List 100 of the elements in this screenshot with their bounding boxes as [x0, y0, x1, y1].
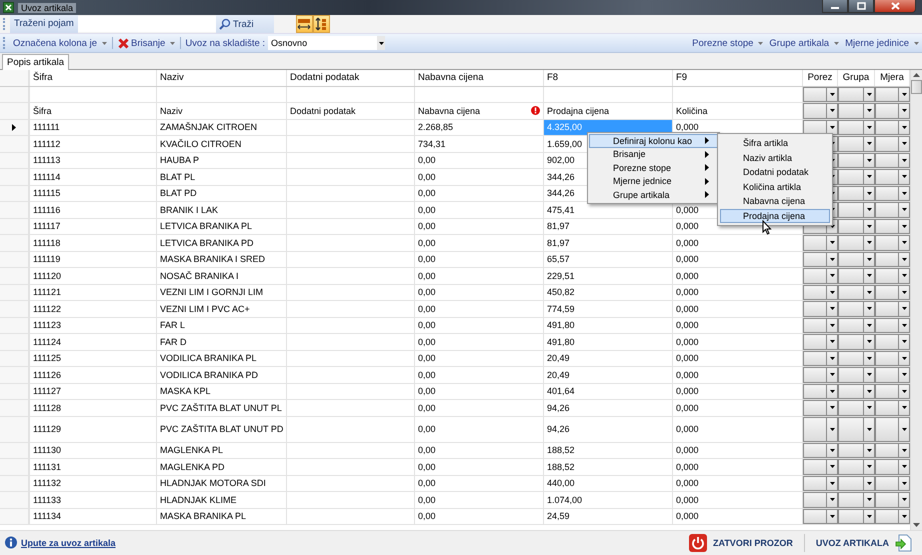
dropdown-cell[interactable] [803, 508, 838, 524]
menu-item[interactable]: Porezne stope [589, 161, 718, 174]
dropdown-cell[interactable] [875, 476, 910, 491]
column-header[interactable]: F8 [544, 70, 673, 86]
dropdown-cell[interactable] [838, 103, 875, 118]
scrollbar[interactable] [910, 70, 922, 530]
column-header[interactable]: F9 [673, 70, 803, 86]
filter-dropdown[interactable] [875, 86, 910, 102]
dropdown-cell[interactable] [838, 492, 875, 508]
dropdown-cell[interactable] [875, 400, 910, 416]
dropdown-cell[interactable] [875, 152, 910, 168]
dropdown-cell[interactable] [875, 301, 910, 316]
menu-item[interactable]: Prodajna cijena [720, 208, 830, 223]
dropdown-cell[interactable] [838, 334, 875, 350]
menu-item[interactable]: Dodatni podatak [720, 165, 830, 180]
dropdown-cell[interactable] [838, 350, 875, 366]
dropdown-cell[interactable] [803, 334, 838, 350]
dropdown-cell[interactable] [838, 400, 875, 416]
dropdown-cell[interactable] [875, 350, 910, 366]
dropdown-cell[interactable] [875, 416, 910, 442]
dropdown-cell[interactable] [875, 442, 910, 458]
dropdown-cell[interactable] [875, 367, 910, 382]
dropdown-cell[interactable] [838, 268, 875, 284]
dropdown-cell[interactable] [875, 268, 910, 284]
dropdown-cell[interactable] [875, 202, 910, 218]
dropdown-cell[interactable] [838, 384, 875, 399]
column-header[interactable]: Naziv [157, 70, 287, 86]
dropdown-cell[interactable] [803, 400, 838, 416]
dropdown-cell[interactable] [875, 508, 910, 524]
dropdown-cell[interactable] [838, 136, 875, 152]
dropdown-cell[interactable] [875, 284, 910, 300]
menu-button[interactable]: Mjerne jedinice [842, 38, 922, 48]
dropdown-cell[interactable] [875, 218, 910, 234]
import-button[interactable]: UVOZ ARTIKALA [810, 534, 918, 552]
dropdown-cell[interactable] [838, 301, 875, 316]
dropdown-cell[interactable] [803, 103, 838, 118]
menu-item[interactable]: Mjerne jednice [589, 174, 718, 188]
column-header[interactable]: Nabavna cijena [415, 70, 544, 86]
dropdown-cell[interactable] [803, 459, 838, 474]
menu-button[interactable]: Grupe artikala [766, 38, 842, 48]
search-button[interactable]: Traži [216, 15, 274, 33]
autofit-columns-button[interactable] [296, 15, 313, 33]
dropdown-cell[interactable] [875, 492, 910, 508]
column-header[interactable]: Grupa [838, 70, 875, 86]
menu-item[interactable]: Brisanje [589, 148, 718, 161]
dropdown-cell[interactable] [875, 136, 910, 152]
dropdown-cell[interactable] [838, 252, 875, 267]
dropdown-cell[interactable] [838, 476, 875, 491]
row-header[interactable] [0, 120, 30, 135]
column-header[interactable]: Porez [803, 70, 838, 86]
dropdown-cell[interactable] [803, 367, 838, 382]
dropdown-cell[interactable] [838, 284, 875, 300]
dropdown-cell[interactable] [875, 459, 910, 474]
dropdown-cell[interactable] [803, 318, 838, 333]
dropdown-cell[interactable] [803, 252, 838, 267]
filter-dropdown[interactable] [803, 86, 838, 102]
column-header[interactable]: Dodatni podatak [287, 70, 415, 86]
dropdown-cell[interactable] [803, 284, 838, 300]
dropdown-cell[interactable] [838, 459, 875, 474]
dropdown-cell[interactable] [838, 186, 875, 201]
dropdown-cell[interactable] [875, 334, 910, 350]
close-button[interactable] [874, 0, 916, 13]
dropdown-cell[interactable] [838, 508, 875, 524]
dropdown-cell[interactable] [803, 350, 838, 366]
warehouse-dropdown[interactable]: Osnovno [268, 36, 386, 50]
dropdown-cell[interactable] [875, 318, 910, 333]
dropdown-cell[interactable] [838, 416, 875, 442]
dropdown-cell[interactable] [838, 169, 875, 184]
menu-item[interactable]: Nabavna cijena [720, 194, 830, 208]
dropdown-cell[interactable] [803, 384, 838, 399]
dropdown-cell[interactable] [803, 492, 838, 508]
dropdown-cell[interactable] [803, 416, 838, 442]
dropdown-cell[interactable] [875, 120, 910, 135]
column-header[interactable]: Šifra [30, 70, 157, 86]
dropdown-cell[interactable] [838, 120, 875, 135]
dropdown-cell[interactable] [838, 367, 875, 382]
menu-item[interactable]: Grupe artikala [589, 188, 718, 202]
dropdown-cell[interactable] [838, 235, 875, 250]
menu-item[interactable]: Šifra artikla [720, 136, 830, 150]
search-field[interactable] [78, 16, 216, 32]
dropdown-cell[interactable] [838, 318, 875, 333]
dropdown-cell[interactable] [875, 252, 910, 267]
help-link[interactable]: Upute za uvoz artikala [21, 538, 116, 548]
menu-item[interactable]: Definiraj kolonu kao [589, 134, 718, 148]
menu-item[interactable]: Količina artikla [720, 180, 830, 194]
minimize-button[interactable] [822, 0, 848, 13]
dropdown-cell[interactable] [875, 186, 910, 201]
dropdown-cell[interactable] [803, 476, 838, 491]
sort-button[interactable] [312, 15, 330, 33]
filter-dropdown[interactable] [838, 86, 875, 102]
delete-menu-button[interactable]: Brisanje [114, 38, 178, 48]
column-menu-button[interactable]: Označena kolona je [10, 38, 110, 48]
menu-item[interactable]: Naziv artikla [720, 150, 830, 165]
dropdown-cell[interactable] [803, 235, 838, 250]
dropdown-cell[interactable] [838, 202, 875, 218]
dropdown-cell[interactable] [875, 235, 910, 250]
dropdown-cell[interactable] [838, 218, 875, 234]
tab[interactable]: Popis artikala [2, 54, 70, 70]
dropdown-cell[interactable] [875, 169, 910, 184]
menu-button[interactable]: Porezne stope [689, 38, 766, 48]
